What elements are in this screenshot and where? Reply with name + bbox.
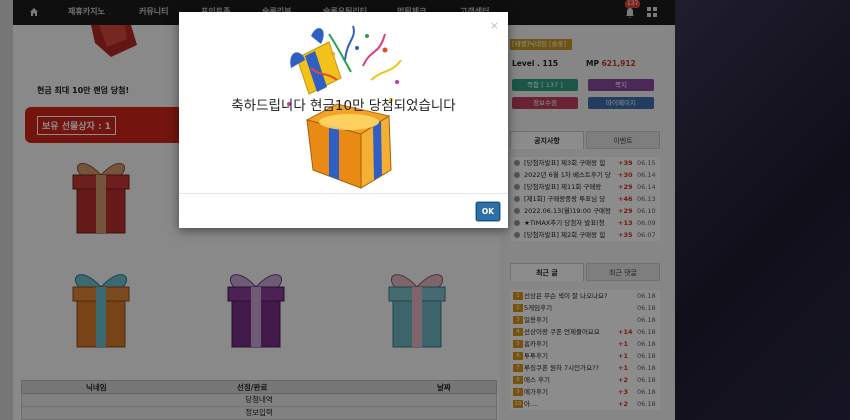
ok-button[interactable]: OK	[476, 202, 500, 221]
win-message: 축하드립니다 현금10만 당첨되었습니다	[231, 98, 456, 114]
win-dialog: × 축하드립니다 현금10만 당첨되었습니다 OK	[179, 12, 508, 228]
close-icon[interactable]: ×	[490, 19, 499, 32]
dialog-divider	[179, 193, 508, 194]
